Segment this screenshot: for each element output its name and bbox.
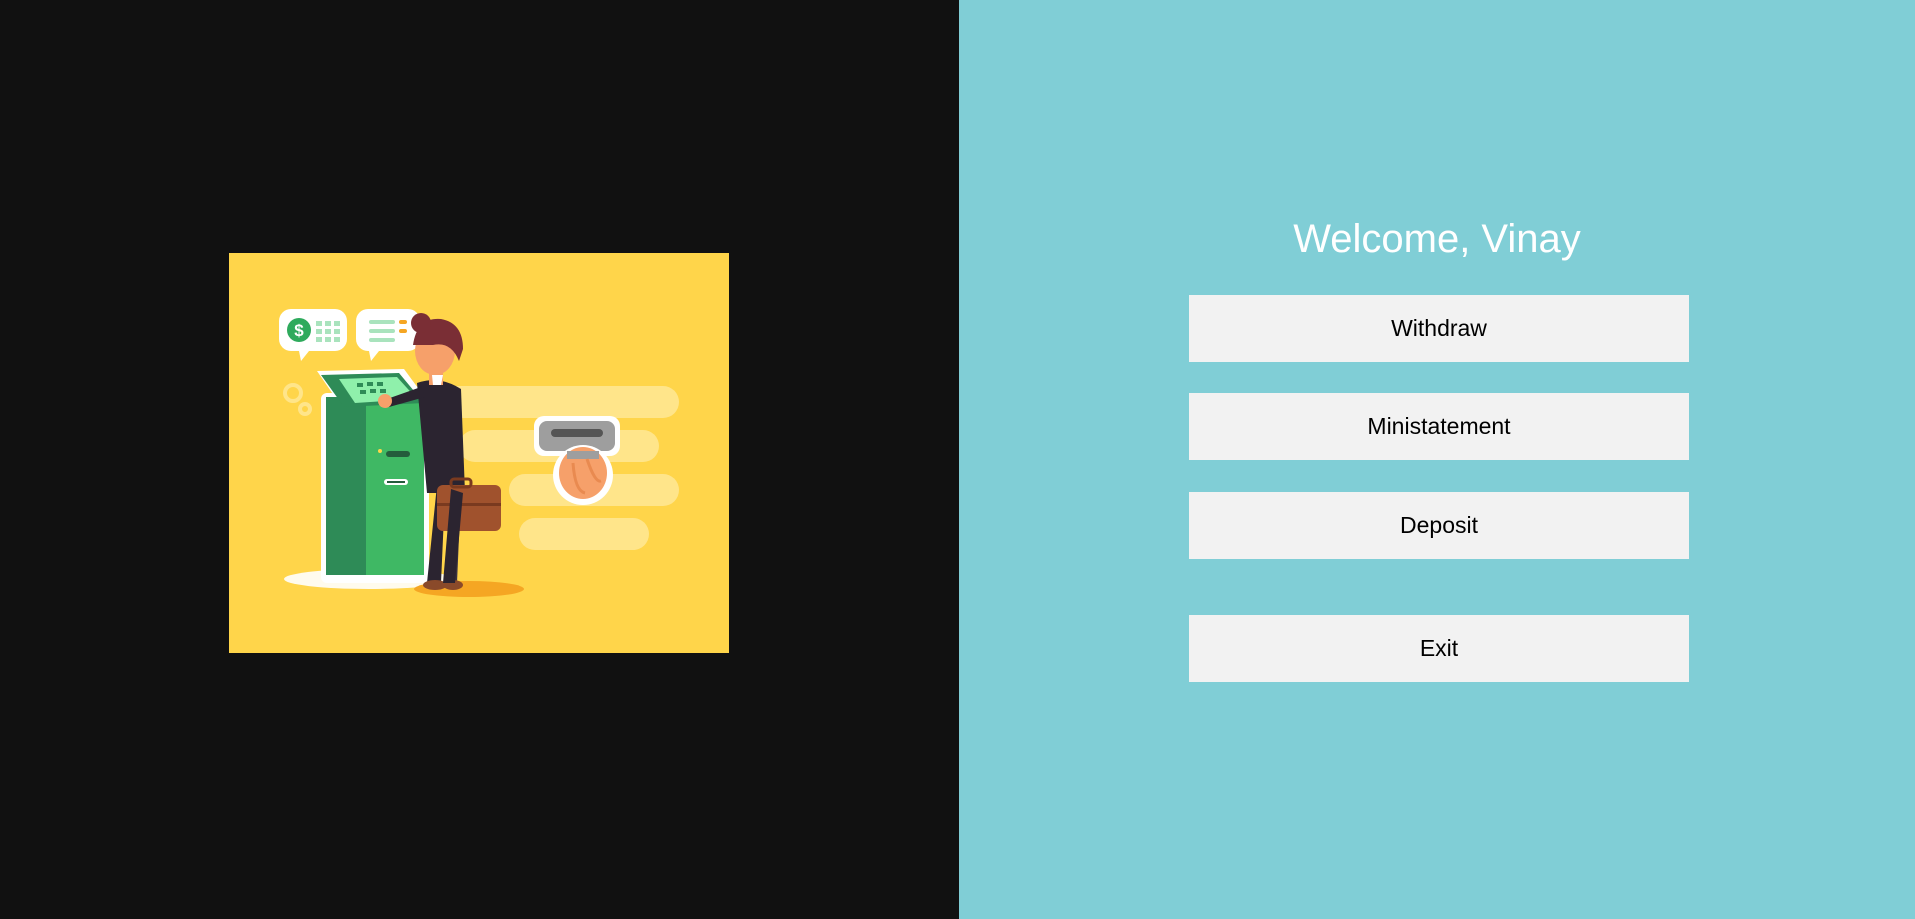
right-panel: Welcome, Vinay Withdraw Ministatement De… [959, 0, 1915, 919]
welcome-heading: Welcome, Vinay [1293, 217, 1581, 261]
atm-illustration-icon: $ [229, 253, 729, 653]
exit-button-label: Exit [1419, 635, 1459, 661]
deposit-button-label: Deposit [1400, 512, 1478, 538]
page: $ Welcome, Vinay Withdraw Ministatement … [0, 0, 1915, 919]
ministatement-button-label: Ministatement [1367, 413, 1511, 439]
withdraw-button-label: Withdraw [1391, 315, 1487, 341]
ministatement-button[interactable]: Ministatement [1189, 393, 1689, 460]
left-panel: $ [0, 0, 959, 919]
currency-symbol: $ [294, 321, 304, 340]
withdraw-button[interactable]: Withdraw [1189, 295, 1689, 362]
atm-machine-icon [317, 369, 429, 583]
deposit-button[interactable]: Deposit [1189, 492, 1689, 559]
exit-button[interactable]: Exit [1189, 615, 1689, 682]
